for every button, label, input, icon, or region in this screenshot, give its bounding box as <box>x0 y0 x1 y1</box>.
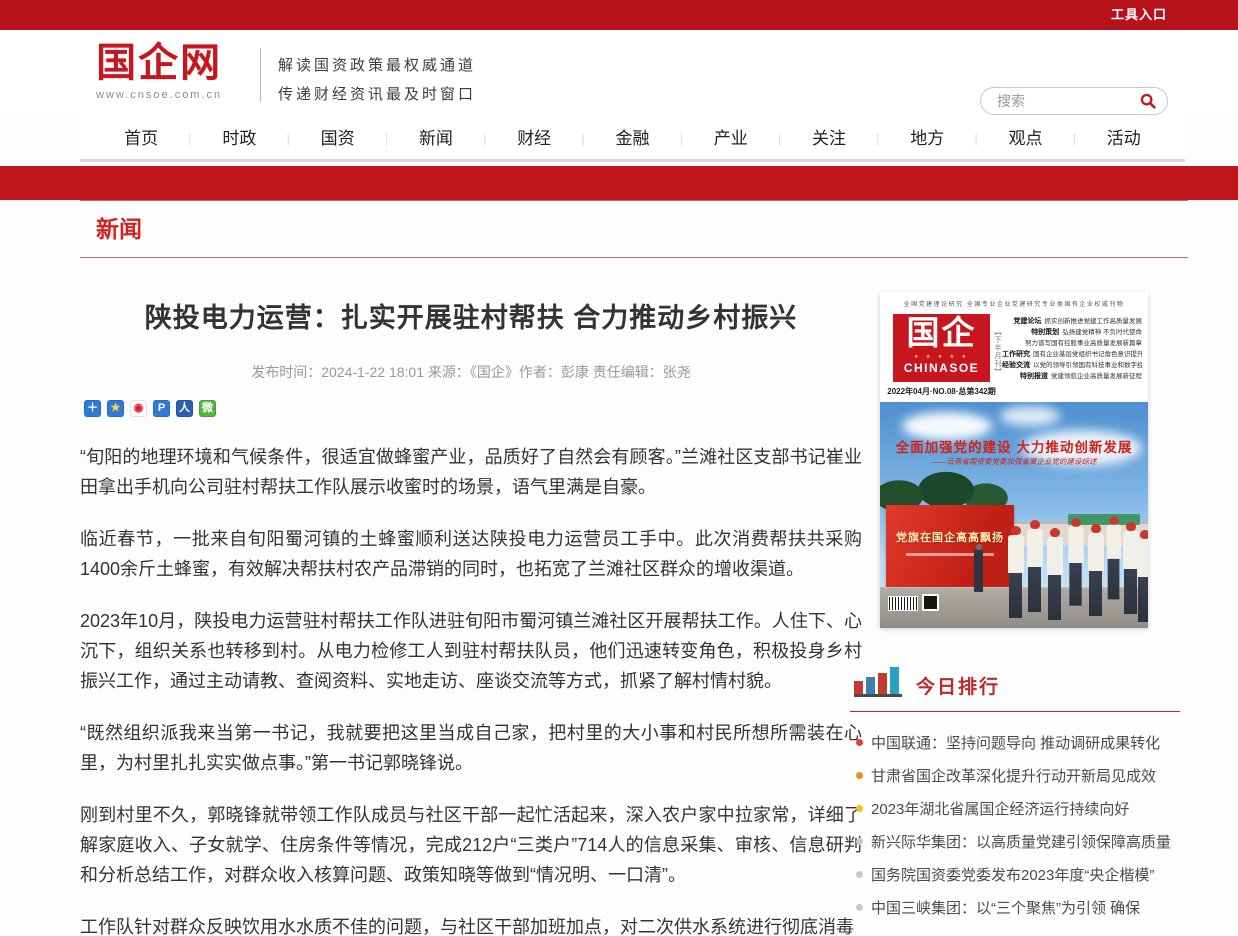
magazine-toc-line: 特别报道党建领航企业高质量发展新征程 <box>1002 371 1142 382</box>
rank-text: 2023年湖北省属国企经济运行持续向好 <box>871 798 1129 819</box>
site-header: 国企网 www.cnsoe.com.cn 解读国资政策最权威通道 传递财经资讯最… <box>0 30 1238 118</box>
magazine-logo-text: 国企 <box>893 314 990 354</box>
article-meta: 发布时间：2024-1-22 18:01 来源：《国企》作者：彭康 责任编辑：张… <box>80 362 862 382</box>
tagline-1: 解读国资政策最权威通道 <box>278 51 476 80</box>
ranking-item[interactable]: 新兴际华集团：以高质量党建引领保障高质量 <box>856 825 1180 858</box>
logo-text: 国企网 <box>96 38 222 88</box>
nav-item[interactable]: 财经 <box>485 118 583 159</box>
ranking-item[interactable]: 国务院国资委党委发布2023年度“央企楷模” <box>856 858 1180 891</box>
section-header: 新闻 <box>80 200 1188 258</box>
magazine-logo: 国企 ★ ★ ★ ★ ★ CHINASOE <box>893 314 990 382</box>
article-paragraph: “既然组织派我来当第一书记，我就要把这里当成自己家，把村里的大小事和村民所想所需… <box>80 718 862 778</box>
nav-item[interactable]: 金融 <box>583 118 681 159</box>
magazine-toc-line: 经验交流以党的领导引领国有科技事业和数字经济高质量发展 <box>1002 360 1142 371</box>
weibo-icon[interactable]: ◉ <box>130 400 147 417</box>
nav-item[interactable]: 观点 <box>976 118 1074 159</box>
magazine-issue: 2022年04月·NO.08·总第342期 <box>885 386 998 397</box>
nav-list: 首页 时政 国资 新闻 财经 金融 产业 关注 地方 观点 活动 <box>80 118 1185 159</box>
rank-bullet <box>856 739 863 746</box>
article-paragraph: 临近春节，一批来自旬阳蜀河镇的土蜂蜜顺利送达陕投电力运营员工手中。此次消费帮扶共… <box>80 524 862 584</box>
barcode <box>888 596 918 611</box>
nav-item[interactable]: 时政 <box>190 118 288 159</box>
taglines: 解读国资政策最权威通道 传递财经资讯最及时窗口 <box>278 51 476 109</box>
search-box <box>980 87 1168 115</box>
rank-bullet <box>856 772 863 779</box>
search-icon[interactable] <box>1139 92 1157 110</box>
magazine-toc-line: 工作研究国有企业基层党组织书记角色意识提升的实现途径 <box>1002 349 1142 360</box>
red-banner <box>0 166 1238 200</box>
share-more-icon[interactable]: ＋ <box>84 400 101 417</box>
pengyou-icon[interactable]: P <box>153 400 170 417</box>
article-paragraph: “旬阳的地理环境和气候条件，很适宜做蜂蜜产业，品质好了自然会有顾客。”兰滩社区支… <box>80 442 862 502</box>
rank-bullet <box>856 904 863 911</box>
rank-bullet <box>856 805 863 812</box>
topbar: 工具入口 <box>0 0 1238 30</box>
ranking-title: 今日排行 <box>916 672 1000 699</box>
qzone-icon[interactable]: ✭ <box>107 400 124 417</box>
nav-item[interactable]: 产业 <box>682 118 780 159</box>
article-paragraph: 2023年10月，陕投电力运营驻村帮扶工作队进驻旬阳市蜀河镇兰滩社区开展帮扶工作… <box>80 606 862 696</box>
nav-item[interactable]: 地方 <box>878 118 976 159</box>
ranking-list: 中国联通：坚持问题导向 推动调研成果转化 甘肃省国企改革深化提升行动开新局见成效… <box>850 726 1180 924</box>
main-nav: 首页 时政 国资 新闻 财经 金融 产业 关注 地方 观点 活动 <box>80 118 1185 162</box>
cover-photo: 全面加强党的建设 大力推动创新发展 ——云南省国资委党委加强省属企业党的建设综述… <box>880 402 1148 628</box>
site-logo[interactable]: 国企网 www.cnsoe.com.cn <box>96 38 222 101</box>
magazine-topline: 全国党建理论研究 全国专业企业党建研究专业类国有企业权威刊物 <box>880 299 1148 308</box>
sidebar: 全国党建理论研究 全国专业企业党建研究专业类国有企业权威刊物 国企 ★ ★ ★ … <box>850 292 1180 924</box>
magazine-cover[interactable]: 全国党建理论研究 全国专业企业党建研究专业类国有企业权威刊物 国企 ★ ★ ★ … <box>880 292 1148 628</box>
magazine-edition-vertical: 【下半月刊】 <box>992 328 1002 376</box>
logo-url: www.cnsoe.com.cn <box>96 89 222 101</box>
article-body: “旬阳的地理环境和气候条件，很适宜做蜂蜜产业，品质好了自然会有顾客。”兰滩社区支… <box>80 442 862 936</box>
article-title: 陕投电力运营：扎实开展驻村帮扶 合力推动乡村振兴 <box>80 300 862 336</box>
magazine-toc-line: 党建论坛抓实创新推进党建工作高质量发展 <box>1002 316 1142 327</box>
search-input[interactable] <box>995 92 1139 110</box>
ranking-item[interactable]: 2023年湖北省属国企经济运行持续向好 <box>856 792 1180 825</box>
article-paragraph: 工作队针对群众反映饮用水水质不佳的问题，与社区干部加班加点，对二次供水系统进行彻… <box>80 912 862 936</box>
ranking-item[interactable]: 中国联通：坚持问题导向 推动调研成果转化 <box>856 726 1180 759</box>
rank-text: 中国联通：坚持问题导向 推动调研成果转化 <box>871 732 1160 753</box>
rank-bullet <box>856 838 863 845</box>
magazine-logo-subtitle: CHINASOE <box>893 360 990 376</box>
nav-item[interactable]: 关注 <box>780 118 878 159</box>
ranking-header: 今日排行 <box>850 664 1180 712</box>
section-title: 新闻 <box>80 201 1188 258</box>
renren-icon[interactable]: 人 <box>176 400 193 417</box>
rank-text: 甘肃省国企改革深化提升行动开新局见成效 <box>871 765 1156 786</box>
tagline-2: 传递财经资讯最及时窗口 <box>278 80 476 109</box>
wechat-icon[interactable]: 微 <box>199 400 216 417</box>
page: 工具入口 国企网 www.cnsoe.com.cn 解读国资政策最权威通道 传递… <box>0 0 1238 936</box>
nav-item[interactable]: 首页 <box>92 118 190 159</box>
article-paragraph: 刚到村里不久，郭晓锋就带领工作队成员与社区干部一起忙活起来，深入农户家中拉家常，… <box>80 800 862 890</box>
rank-text: 新兴际华集团：以高质量党建引领保障高质量 <box>871 831 1171 852</box>
ranking-item[interactable]: 中国三峡集团：以“三个聚焦”为引领 确保 <box>856 891 1180 924</box>
magazine-toc-line: 特别策划弘扬建党精神 不负时代使命 <box>1002 327 1142 338</box>
qr-code <box>922 594 939 611</box>
ranking-item[interactable]: 甘肃省国企改革深化提升行动开新局见成效 <box>856 759 1180 792</box>
magazine-toc-line: 努力谱写国有控股事业高质量发展新篇章 <box>1002 338 1142 349</box>
nav-item[interactable]: 国资 <box>289 118 387 159</box>
tools-entry-link[interactable]: 工具入口 <box>1111 0 1167 30</box>
crowd <box>880 402 1148 628</box>
rank-text: 中国三峡集团：以“三个聚焦”为引领 确保 <box>871 897 1140 918</box>
nav-item[interactable]: 新闻 <box>387 118 485 159</box>
bar-chart-icon <box>854 667 902 697</box>
nav-item[interactable]: 活动 <box>1075 118 1173 159</box>
logo-divider <box>260 48 261 102</box>
rank-text: 国务院国资委党委发布2023年度“央企楷模” <box>871 864 1154 885</box>
magazine-toc: 党建论坛抓实创新推进党建工作高质量发展 特别策划弘扬建党精神 不负时代使命 努力… <box>1002 316 1142 382</box>
share-bar: ＋ ✭ ◉ P 人 微 <box>80 400 862 417</box>
article: 陕投电力运营：扎实开展驻村帮扶 合力推动乡村振兴 发布时间：2024-1-22 … <box>80 292 862 936</box>
rank-bullet <box>856 871 863 878</box>
